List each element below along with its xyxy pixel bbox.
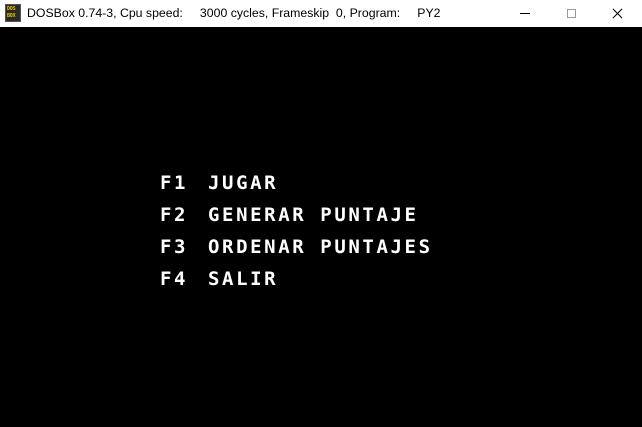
menu-label: ORDENAR PUNTAJES <box>208 236 433 258</box>
title-bar[interactable]: DOS BOX DOSBox 0.74-3, Cpu speed: 3000 c… <box>0 0 642 27</box>
dos-screen[interactable]: F1 JUGAR F2 GENERAR PUNTAJE F3 ORDENAR PUNT… <box>0 27 642 427</box>
menu-key: F3 <box>160 236 189 258</box>
main-menu: F1 JUGAR F2 GENERAR PUNTAJE F3 ORDENAR PUNT… <box>160 167 433 295</box>
window-title: DOSBox 0.74-3, Cpu speed: 3000 cycles, F… <box>27 6 441 20</box>
maximize-icon <box>566 9 576 18</box>
minimize-icon <box>520 13 530 14</box>
icon-text-bottom: BOX <box>7 13 16 19</box>
menu-key: F2 <box>160 204 189 226</box>
dosbox-app-icon[interactable]: DOS BOX <box>5 4 21 22</box>
minimize-button[interactable] <box>502 0 548 27</box>
dosbox-window: DOS BOX DOSBox 0.74-3, Cpu speed: 3000 c… <box>0 0 642 427</box>
menu-item-generar-puntaje[interactable]: F2 GENERAR PUNTAJE <box>160 199 433 231</box>
close-icon <box>612 8 623 19</box>
icon-text-top: DOS <box>7 6 16 12</box>
menu-label: GENERAR PUNTAJE <box>208 204 419 226</box>
menu-key: F4 <box>160 268 189 290</box>
menu-label: JUGAR <box>208 172 279 194</box>
close-button[interactable] <box>594 0 640 27</box>
menu-item-salir[interactable]: F4 SALIR <box>160 263 433 295</box>
menu-item-jugar[interactable]: F1 JUGAR <box>160 167 433 199</box>
menu-label: SALIR <box>208 268 279 290</box>
maximize-button[interactable] <box>548 0 594 27</box>
menu-key: F1 <box>160 172 189 194</box>
menu-item-ordenar-puntajes[interactable]: F3 ORDENAR PUNTAJES <box>160 231 433 263</box>
